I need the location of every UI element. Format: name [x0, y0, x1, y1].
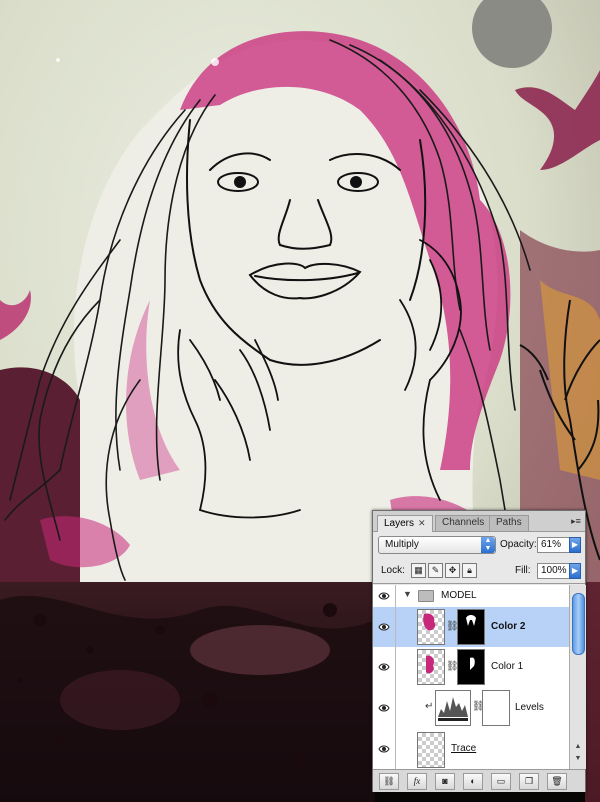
- lock-transparency-icon[interactable]: ▦: [411, 563, 426, 578]
- chevron-updown-icon: ▲ ▼: [481, 537, 495, 553]
- tab-layers[interactable]: Layers ✕: [377, 515, 433, 532]
- lock-all-icon[interactable]: 🔒︎: [462, 563, 477, 578]
- layer-row-model[interactable]: ▼ MODEL: [373, 585, 569, 608]
- layer-name-color-2: Color 2: [491, 621, 526, 632]
- visibility-eye-icon[interactable]: [373, 647, 396, 687]
- layer-row-color-1[interactable]: ⛓ Color 1: [373, 647, 569, 688]
- layer-name-trace: Trace: [451, 743, 477, 754]
- layer-thumbnail: [417, 649, 445, 685]
- lock-pixels-icon[interactable]: ✎: [428, 563, 443, 578]
- tab-paths[interactable]: Paths: [489, 515, 529, 531]
- adjustment-icon[interactable]: ◐: [463, 773, 483, 790]
- layer-thumbnail: [417, 732, 445, 768]
- layers-panel: Layers ✕ Channels Paths ▸≡ Multiply ▲ ▼ Op…: [372, 510, 586, 792]
- opacity-slider-arrow-icon[interactable]: ▶: [569, 537, 581, 553]
- blend-opacity-row: Multiply ▲ ▼ Opacity: 61% ▶: [373, 533, 585, 557]
- folder-icon[interactable]: ▭: [491, 773, 511, 790]
- trash-icon[interactable]: 🗑︎: [547, 773, 567, 790]
- fill-slider-arrow-icon[interactable]: ▶: [569, 563, 581, 579]
- opacity-input[interactable]: 61%: [537, 537, 570, 553]
- layer-mask-thumbnail[interactable]: [457, 609, 485, 645]
- visibility-eye-icon[interactable]: [373, 607, 396, 647]
- lock-label: Lock:: [381, 565, 405, 576]
- fx-icon[interactable]: fx: [407, 773, 427, 790]
- disclosure-triangle-icon[interactable]: ▼: [403, 589, 412, 599]
- scrollbar-thumb[interactable]: [572, 593, 585, 655]
- fill-input[interactable]: 100%: [537, 563, 570, 579]
- layer-name-model: MODEL: [441, 590, 477, 601]
- tab-paths-label: Paths: [496, 517, 522, 528]
- tab-channels-label: Channels: [442, 517, 485, 528]
- fill-label: Fill:: [515, 565, 531, 576]
- new-layer-icon[interactable]: ❐: [519, 773, 539, 790]
- clipping-arrow-icon: ↵: [425, 701, 434, 712]
- panel-footer: ⛓ fx ◙ ◐ ▭ ❐ 🗑︎: [373, 769, 585, 792]
- link-icon[interactable]: ⛓: [379, 773, 399, 790]
- layer-mask-thumbnail[interactable]: [457, 649, 485, 685]
- levels-adjustment-icon: [435, 690, 471, 726]
- panel-tabs: Layers ✕ Channels Paths ▸≡: [373, 511, 585, 532]
- tab-layers-label: Layers: [384, 518, 415, 529]
- layer-name-color-1: Color 1: [491, 661, 524, 672]
- visibility-eye-icon[interactable]: [373, 585, 396, 607]
- layer-row-color-2[interactable]: ⛓ Color 2: [373, 607, 569, 648]
- blend-mode-value: Multiply: [385, 539, 419, 550]
- lock-position-icon[interactable]: ✥: [445, 563, 460, 578]
- visibility-eye-icon[interactable]: [373, 687, 396, 729]
- folder-icon: [418, 590, 434, 602]
- scroll-up-icon[interactable]: ▲: [572, 743, 584, 753]
- opacity-label: Opacity:: [500, 539, 537, 550]
- panel-menu-icon[interactable]: ▸≡: [570, 516, 582, 526]
- layer-row-trace[interactable]: Trace: [373, 729, 569, 769]
- layer-mask-thumbnail[interactable]: [482, 690, 510, 726]
- visibility-eye-icon[interactable]: [373, 729, 396, 769]
- layer-name-levels: Levels: [515, 702, 544, 713]
- lock-fill-row: Lock: ▦ ✎ ✥ 🔒︎ Fill: 100% ▶: [373, 559, 585, 584]
- tab-channels[interactable]: Channels: [435, 515, 492, 531]
- scroll-down-icon[interactable]: ▼: [572, 755, 584, 765]
- close-icon[interactable]: ✕: [418, 518, 426, 528]
- add-mask-icon[interactable]: ◙: [435, 773, 455, 790]
- blend-mode-select[interactable]: Multiply ▲ ▼: [378, 536, 496, 554]
- layers-scrollbar[interactable]: ▲ ▼: [569, 585, 586, 769]
- layers-list: ▼ MODEL ⛓ Color 2 ⛓ Color 1 ↵ ⛓ Levels T…: [373, 585, 569, 769]
- layer-row-levels[interactable]: ↵ ⛓ Levels: [373, 687, 569, 730]
- layer-thumbnail: [417, 609, 445, 645]
